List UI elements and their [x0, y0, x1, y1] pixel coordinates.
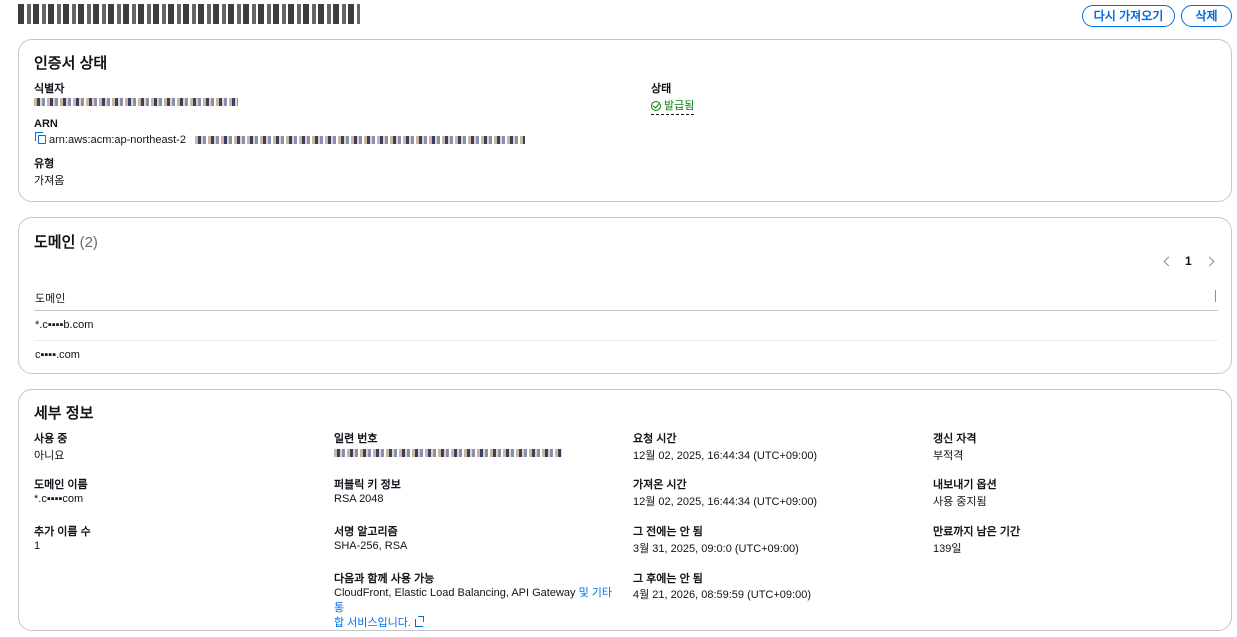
public-key-label: 퍼블릭 키 정보 — [334, 479, 401, 491]
type-label: 유형 — [34, 158, 55, 170]
requested-value: 12월 02, 2025, 16:44:34 (UTC+09:00) — [633, 450, 818, 462]
copy-icon[interactable] — [35, 132, 46, 144]
domains-title: 도메인 (2) — [34, 234, 98, 251]
status-field: 상태 발급됨 — [651, 83, 695, 115]
delete-button[interactable]: 삭제 — [1181, 5, 1232, 27]
additional-names-value: 1 — [34, 540, 41, 552]
other-services-link-cont[interactable]: 합 서비스입니다. — [334, 617, 411, 629]
chevron-left-icon[interactable] — [1163, 256, 1174, 267]
imported-value: 12월 02, 2025, 16:44:34 (UTC+09:00) — [633, 496, 818, 508]
arn-value: arn:aws:acm:ap-northeast-2 — [35, 132, 526, 146]
details-title: 세부 정보 — [34, 405, 94, 422]
export-value: 사용 중지됨 — [933, 496, 987, 508]
row-divider — [34, 340, 1218, 341]
renewal-label: 갱신 자격 — [933, 433, 977, 445]
pagination: 1 — [1159, 254, 1219, 272]
can-use-with-label: 다음과 함께 사용 가능 — [334, 573, 435, 585]
export-label: 내보내기 옵션 — [933, 479, 997, 491]
serial-label: 일련 번호 — [334, 433, 378, 445]
column-resizer[interactable] — [1215, 290, 1216, 302]
days-left-value: 139일 — [933, 543, 962, 555]
sig-algo-label: 서명 알고리즘 — [334, 526, 398, 538]
arn-text: arn:aws:acm:ap-northeast-2 — [49, 134, 186, 146]
serial-value — [334, 447, 562, 459]
in-use-label: 사용 중 — [34, 433, 68, 445]
domains-count: (2) — [79, 234, 98, 251]
page-number[interactable]: 1 — [1185, 254, 1192, 268]
can-use-with-value: CloudFront, Elastic Load Balancing, API … — [334, 587, 613, 629]
details-card: 세부 정보 사용 중 아니요 도메인 이름 *.c▪▪▪▪com 추가 이름 수… — [18, 389, 1232, 631]
page-title: *.c██████.com — [18, 4, 360, 24]
sig-algo-value: SHA-256, RSA — [334, 540, 408, 552]
not-after-value: 4월 21, 2026, 08:59:59 (UTC+09:00) — [633, 589, 811, 601]
type-value: 가져옴 — [34, 175, 65, 187]
chevron-right-icon[interactable] — [1204, 256, 1215, 267]
domains-card: 도메인 (2) 1 도메인 *.c▪▪▪▪b.com c▪▪▪▪.com — [18, 217, 1232, 374]
certificate-status-card: 인증서 상태 식별자 상태 발급됨 ARN arn:aws:acm:ap-nor… — [18, 39, 1232, 202]
domain-name-value: *.c▪▪▪▪com — [34, 493, 84, 505]
page-header: *.c██████.com 다시 가져오기 삭제 — [0, 0, 1237, 32]
header-divider — [34, 310, 1218, 311]
table-row: *.c▪▪▪▪b.com — [35, 319, 94, 331]
in-use-value: 아니요 — [34, 450, 65, 462]
identifier-label: 식별자 — [34, 83, 65, 95]
check-circle-icon — [651, 101, 661, 111]
public-key-value: RSA 2048 — [334, 493, 384, 505]
identifier-value — [34, 96, 238, 108]
requested-label: 요청 시간 — [633, 433, 677, 445]
renewal-value: 부적격 — [933, 450, 964, 462]
status-value[interactable]: 발급됨 — [651, 97, 695, 115]
domain-name-label: 도메인 이름 — [34, 479, 88, 491]
reimport-button[interactable]: 다시 가져오기 — [1082, 5, 1175, 27]
arn-label: ARN — [34, 118, 58, 130]
imported-label: 가져온 시간 — [633, 479, 687, 491]
status-text: 발급됨 — [664, 100, 695, 112]
certificate-status-title: 인증서 상태 — [34, 55, 108, 72]
not-before-label: 그 전에는 안 됨 — [633, 526, 703, 538]
additional-names-label: 추가 이름 수 — [34, 526, 91, 538]
status-label: 상태 — [651, 83, 672, 95]
not-before-value: 3월 31, 2025, 09:0:0 (UTC+09:00) — [633, 543, 799, 555]
table-row: c▪▪▪▪.com — [35, 349, 80, 361]
not-after-label: 그 후에는 안 됨 — [633, 573, 703, 585]
external-link-icon[interactable] — [414, 616, 424, 627]
domain-column-header[interactable]: 도메인 — [35, 290, 65, 306]
days-left-label: 만료까지 남은 기간 — [933, 526, 1021, 538]
